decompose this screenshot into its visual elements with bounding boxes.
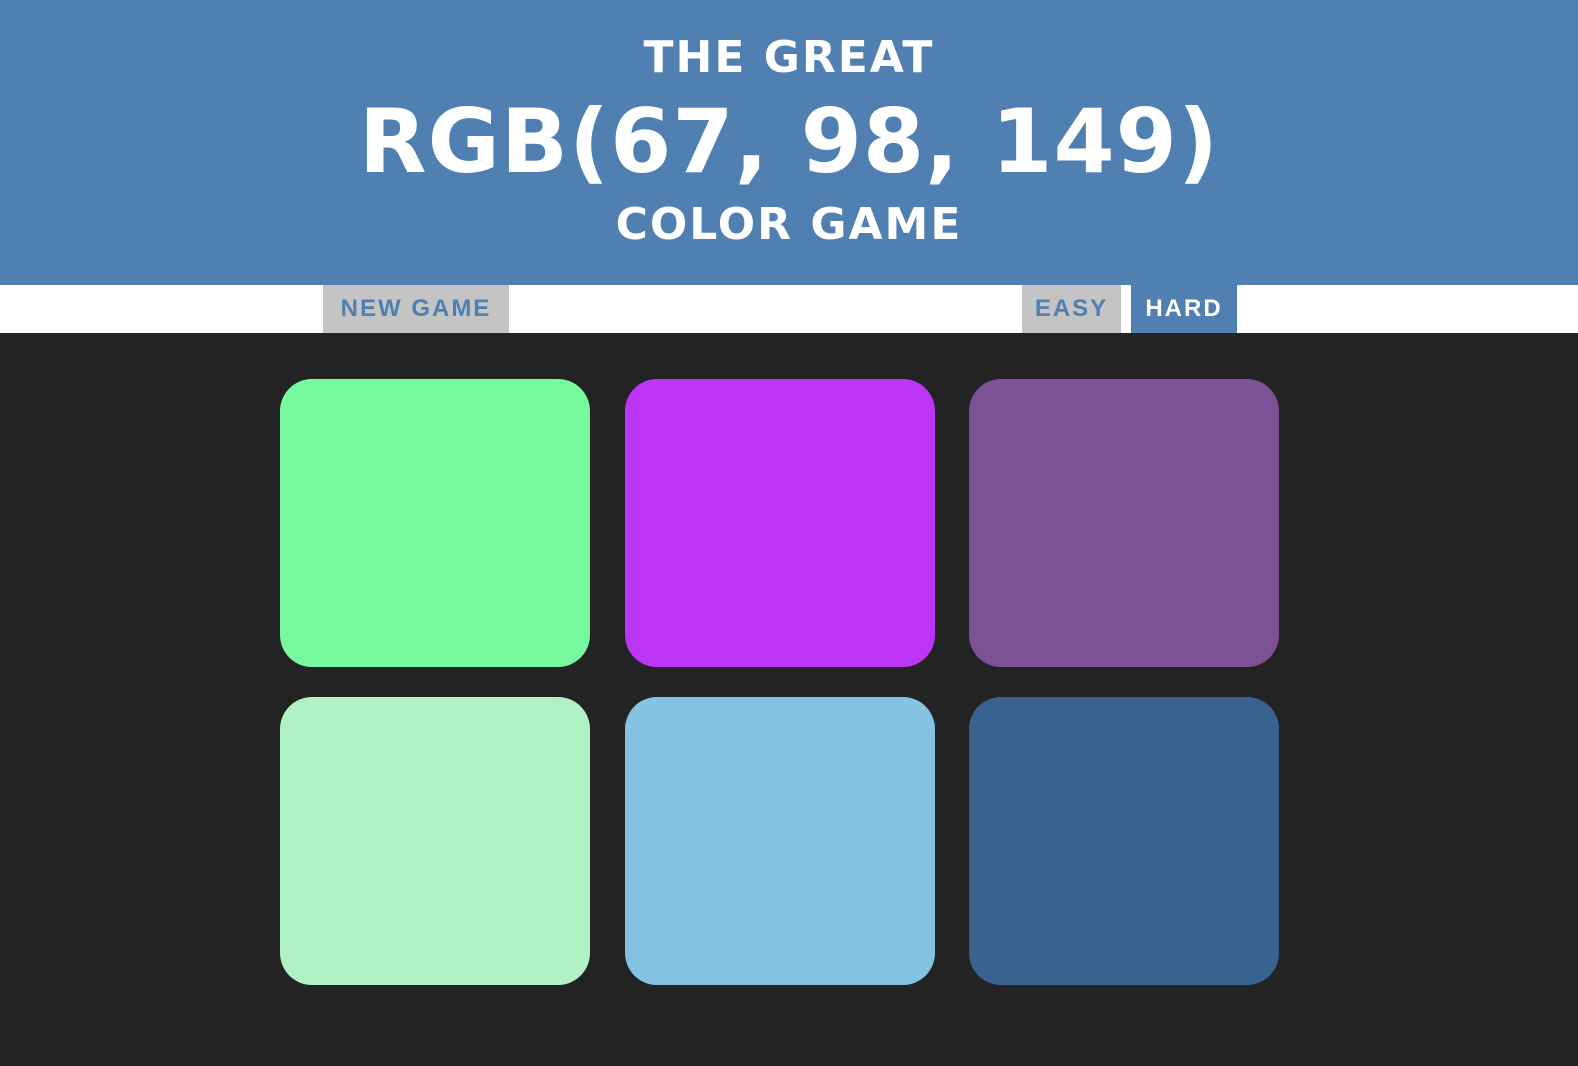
color-square-1[interactable] — [280, 379, 590, 667]
color-square-5[interactable] — [625, 697, 935, 985]
color-square-3[interactable] — [969, 379, 1279, 667]
color-square-4[interactable] — [280, 697, 590, 985]
color-square-2[interactable] — [625, 379, 935, 667]
title-top: THE GREAT — [643, 32, 935, 83]
hard-mode-button[interactable]: HARD — [1131, 285, 1237, 333]
header: THE GREAT RGB(67, 98, 149) COLOR GAME — [0, 0, 1578, 285]
control-stripe: NEW GAME EASY HARD — [0, 285, 1578, 333]
new-game-button[interactable]: NEW GAME — [323, 285, 509, 333]
title-bottom: COLOR GAME — [615, 199, 963, 250]
target-rgb-display: RGB(67, 98, 149) — [358, 90, 1220, 193]
color-board — [0, 333, 1578, 1066]
color-square-6[interactable] — [969, 697, 1279, 985]
easy-mode-button[interactable]: EASY — [1022, 285, 1121, 333]
